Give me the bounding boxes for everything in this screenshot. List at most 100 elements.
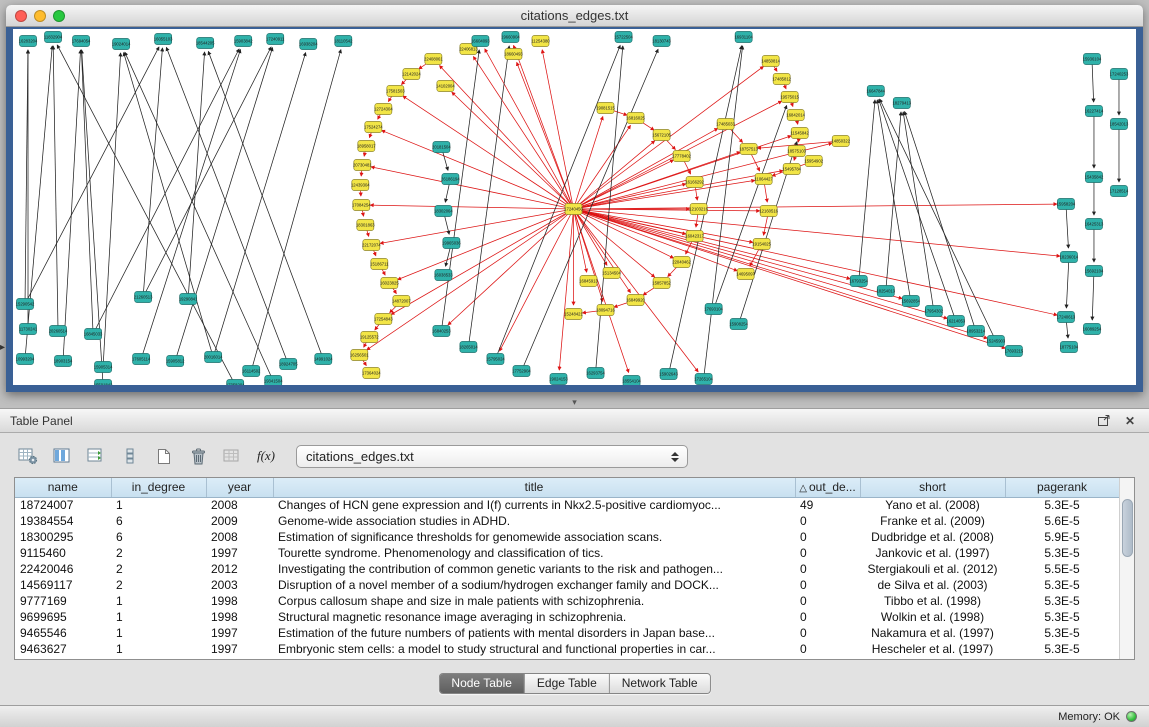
graph-node[interactable]: 15672105 (652, 130, 671, 141)
graph-node[interactable]: 16647844 (866, 86, 885, 97)
graph-node[interactable]: 17358204 (226, 380, 245, 386)
graph-node[interactable]: 15902643 (659, 369, 678, 380)
graph-node[interactable]: 21260513 (134, 292, 153, 303)
graph-node[interactable]: 16283204 (19, 36, 38, 47)
table-row[interactable]: 1938455462009Genome-wide association stu… (15, 513, 1119, 529)
graph-node[interactable]: 17524274 (364, 122, 383, 133)
graph-node[interactable]: 16293754 (586, 368, 605, 379)
table-scrollbar[interactable] (1119, 478, 1134, 659)
graph-node[interactable]: 11545842 (791, 128, 810, 139)
graph-node[interactable]: 15248421 (564, 309, 583, 320)
graph-node[interactable]: 17752904 (512, 366, 531, 377)
collapsed-panel-arrow[interactable]: ▸ (0, 342, 5, 353)
graph-node[interactable]: 16038533 (434, 270, 453, 281)
graph-node[interactable]: 20016014 (204, 352, 223, 363)
graph-node[interactable]: 14850814 (761, 56, 780, 67)
float-panel-icon[interactable] (1095, 413, 1113, 429)
tab-node-table[interactable]: Node Table (439, 674, 525, 693)
graph-node[interactable]: 12439304 (351, 180, 370, 191)
column-header-name[interactable]: name (15, 478, 111, 497)
graph-node[interactable]: 14102004 (436, 81, 455, 92)
graph-node[interactable]: 18302064 (434, 206, 453, 217)
graph-node[interactable]: 18110542 (334, 36, 353, 47)
graph-node[interactable]: 19660904 (501, 32, 520, 43)
graph-node[interactable]: 18903154 (54, 356, 73, 367)
table-row[interactable]: 946362711997Embryonic stem cells: a mode… (15, 641, 1119, 657)
graph-node[interactable]: 20260514 (49, 326, 68, 337)
graph-node[interactable]: 15692104 (1085, 266, 1104, 277)
graph-node[interactable]: 17265104 (694, 374, 713, 385)
graph-node[interactable]: 19081515 (596, 103, 615, 114)
graph-node[interactable]: 18757513 (739, 144, 758, 155)
graph-node[interactable]: 19341504 (264, 376, 283, 386)
table-source-combobox[interactable]: citations_edges.txt (296, 445, 688, 468)
graph-node[interactable]: 15905314 (94, 362, 113, 373)
graph-node[interactable]: 15245903 (987, 336, 1006, 347)
graph-node[interactable]: 16166292 (685, 177, 704, 188)
graph-node[interactable]: 15186711 (370, 259, 389, 270)
graph-node[interactable]: 16604093 (471, 36, 490, 47)
graph-node[interactable]: 17128514 (1110, 186, 1129, 197)
table-row[interactable]: 911546021997Tourette syndrome. Phenomeno… (15, 545, 1119, 561)
column-header-title[interactable]: title (273, 478, 795, 497)
column-header-year[interactable]: year (206, 478, 273, 497)
graph-node[interactable]: 16023825 (380, 278, 399, 289)
graph-node[interactable]: 20181504 (432, 142, 451, 153)
graph-node[interactable]: 15134504 (602, 268, 621, 279)
graph-node[interactable]: 16055103 (154, 34, 173, 45)
import-table-button[interactable] (218, 443, 246, 469)
graph-node[interactable]: 16849920 (626, 295, 645, 306)
graph-node[interactable]: 22172074 (362, 240, 381, 251)
window-titlebar[interactable]: citations_edges.txt (6, 5, 1143, 27)
graph-node[interactable]: 16845913 (579, 276, 598, 287)
graph-node[interactable]: 17693104 (704, 304, 723, 315)
function-builder-button[interactable]: f(x) (252, 443, 280, 469)
graph-node[interactable]: 18544205 (196, 38, 215, 49)
graph-node[interactable]: 16227414 (1085, 106, 1104, 117)
graph-node[interactable]: 18254013 (876, 286, 895, 297)
graph-node[interactable]: 14695097 (736, 269, 755, 280)
graph-node[interactable]: 15692854 (901, 296, 920, 307)
graph-node[interactable]: 16793254 (849, 276, 868, 287)
graph-node[interactable]: 19154025 (752, 239, 771, 250)
graph-node[interactable]: 17605114 (132, 354, 151, 365)
table-options-button[interactable] (14, 443, 42, 469)
column-header-pagerank[interactable]: pagerank (1005, 478, 1119, 497)
graph-node[interactable]: 15958204 (1057, 199, 1076, 210)
tab-network-table[interactable]: Network Table (610, 674, 710, 693)
graph-node[interactable]: 18554104 (622, 376, 641, 386)
graph-node[interactable]: 14850322 (831, 136, 850, 147)
graph-node[interactable]: 15903842 (234, 36, 253, 47)
graph-node[interactable]: 12142024 (402, 69, 421, 80)
graph-node[interactable]: 18265014 (459, 342, 478, 353)
table-row[interactable]: 1456911722003Disruption of a novel membe… (15, 577, 1119, 593)
memory-status-icon[interactable] (1126, 711, 1137, 722)
graph-node[interactable]: 15905812 (166, 356, 185, 367)
graph-node[interactable]: 22408061 (424, 54, 443, 65)
graph-node[interactable]: 16214053 (947, 316, 966, 327)
graph-node[interactable]: 18660493 (504, 49, 523, 60)
close-panel-icon[interactable]: ✕ (1121, 413, 1139, 429)
graph-node[interactable]: 16931104 (734, 32, 753, 43)
graph-node[interactable]: 19125572 (360, 332, 379, 343)
panel-splitter[interactable]: ▾ (0, 392, 1149, 408)
graph-node[interactable]: 11254380 (531, 36, 550, 47)
graph-node[interactable]: 15495784 (782, 164, 801, 175)
graph-node[interactable]: 20730481 (353, 160, 372, 171)
tab-edge-table[interactable]: Edge Table (525, 674, 610, 693)
graph-node[interactable]: 16938204 (299, 39, 318, 50)
graph-node[interactable]: 18958017 (357, 141, 376, 152)
scrollbar-thumb[interactable] (1122, 499, 1133, 557)
graph-node[interactable]: 12103216 (689, 204, 708, 215)
select-rows-button[interactable] (82, 443, 110, 469)
graph-node[interactable]: 15501842 (94, 380, 113, 386)
graph-node[interactable]: 16256501 (350, 350, 369, 361)
graph-node[interactable]: 17954302 (924, 306, 943, 317)
graph-node[interactable]: 17485812 (772, 74, 791, 85)
graph-node[interactable]: 15722504 (614, 32, 633, 43)
graph-node[interactable]: 12724304 (374, 104, 393, 115)
graph-node[interactable]: 16816025 (626, 113, 645, 124)
graph-node[interactable]: 12160516 (759, 206, 778, 217)
graph-node[interactable]: 19575015 (780, 92, 799, 103)
graph-node[interactable]: 17581503 (386, 86, 405, 97)
